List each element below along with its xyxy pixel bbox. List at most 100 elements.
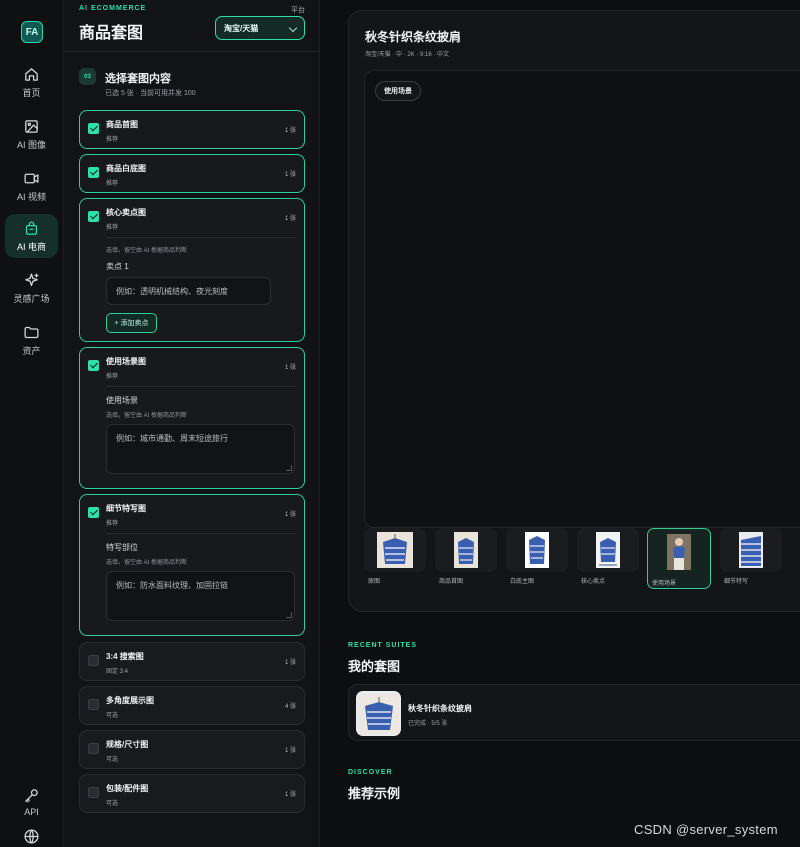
option-name: 规格/尺寸图 [106,740,149,749]
knit-scarf-thumbnail [377,532,413,568]
option-name: 多角度展示图 [106,696,154,705]
thumb-caption: 原图 [368,579,381,585]
option-tag: 固定 3:4 [106,669,129,675]
thumb-caption: 商品首图 [439,579,464,585]
option-card-size-chart[interactable]: 规格/尺寸图 可选 1 张 [79,730,305,769]
key-icon [25,789,38,803]
nav-label-assets: 资产 [22,345,41,356]
option-tag: 推荐 [106,225,119,231]
add-selling-point-button[interactable]: + 添加卖点 [106,313,157,333]
option-name: 核心卖点图 [106,208,146,217]
suite-card[interactable]: 秋冬针织条纹披肩 已完成 · 5/5 张 [348,684,800,741]
nav-item-inspiration[interactable]: 灵感广场 [5,266,58,310]
option-tag: 推荐 [106,374,119,380]
thumb-original[interactable]: 原图 [364,528,426,585]
option-tag: 可选 [106,801,119,807]
preview-canvas[interactable]: 使用场景 [364,70,800,528]
current-image-chip: 使用场景 [375,81,421,101]
image-icon [25,119,38,133]
recent-eyebrow: RECENT SUITES [348,642,418,649]
app-logo[interactable]: FA [21,21,43,43]
option-count: 1 张 [284,792,296,798]
option-count: 1 张 [284,512,296,518]
nav-item-assets[interactable]: 资产 [5,318,58,362]
divider [106,237,296,238]
divider [106,386,296,387]
divider [106,533,296,534]
page-title: 商品套图 [79,25,144,42]
option-name: 商品首图 [106,120,138,129]
detail-textarea[interactable]: 例如：防水面料纹理、加固拉链 [106,571,295,621]
suite-thumbnail [356,691,401,736]
nav-item-ai-ecommerce[interactable]: AI 电商 [5,214,58,258]
option-card-search-image[interactable]: 3:4 搜索图 固定 3:4 1 张 [79,642,305,681]
field-label: 使用场景 [106,396,138,405]
field-hint: 选填，留空由 AI 根据商品判断 [106,413,188,419]
option-count: 1 张 [284,216,296,222]
option-name: 细节特写图 [106,504,146,513]
knit-scarf-thumbnail [525,532,549,568]
selling-point-input[interactable]: 例如：透明机械结构、夜光刻度 [106,277,271,305]
checkbox[interactable] [88,211,99,222]
thumb-selling-points[interactable]: 核心卖点 [577,528,639,585]
checkbox[interactable] [88,123,99,134]
field-hint: 选填，留空由 AI 根据商品判断 [106,560,188,566]
language-button[interactable] [5,818,58,847]
thumb-scene[interactable]: 使用场景 [647,528,711,589]
platform-select[interactable]: 淘宝/天猫 [215,16,305,40]
knit-detail-thumbnail [739,532,763,568]
option-card-main-image[interactable]: 商品首图 推荐 1 张 [79,110,305,149]
knit-scarf-thumbnail [358,693,399,734]
nav-item-home[interactable]: 首页 [5,60,58,104]
option-count: 1 张 [284,365,296,371]
watermark: CSDN @server_system [634,822,778,837]
checkbox[interactable] [88,787,99,798]
sparkle-icon [25,272,39,286]
option-card-scene[interactable]: 使用场景图 推荐 1 张 使用场景 选填，留空由 AI 根据商品判断 例如：城市… [79,347,305,489]
option-tag: 推荐 [106,181,119,187]
step-subtitle: 已选 5 张 · 当前可用并发 100 [105,90,196,97]
option-card-detail[interactable]: 细节特写图 推荐 1 张 特写部位 选填，留空由 AI 根据商品判断 例如：防水… [79,494,305,636]
thumb-caption: 核心卖点 [581,579,606,585]
knit-scarf-thumbnail [596,532,620,568]
nav-label-home: 首页 [22,87,41,98]
option-card-packaging[interactable]: 包装/配件图 可选 1 张 [79,774,305,813]
option-card-multi-angle[interactable]: 多角度展示图 可选 4 张 [79,686,305,725]
checkbox[interactable] [88,655,99,666]
option-count: 1 张 [284,128,296,134]
step-badge: 03 [79,68,96,85]
thumb-detail[interactable]: 细节特写 [720,528,782,585]
field-label: 特写部位 [106,543,138,552]
recent-title: 我的套图 [348,659,401,674]
option-card-white-bg[interactable]: 商品白底图 推荐 1 张 [79,154,305,193]
nav-item-ai-video[interactable]: AI 视频 [5,164,58,208]
checkbox[interactable] [88,699,99,710]
suite-name: 秋冬针织条纹披肩 [408,704,472,713]
thumb-caption: 使用场景 [652,581,677,587]
option-name: 3:4 搜索图 [106,652,144,661]
field-hint: 选填，留空由 AI 根据商品判断 [106,248,188,254]
nav-item-ai-image[interactable]: AI 图像 [5,112,58,156]
option-name: 使用场景图 [106,357,146,366]
thumb-white-bg[interactable]: 白底主图 [506,528,568,585]
scene-textarea[interactable]: 例如：城市通勤、周末短途旅行 [106,424,295,474]
home-icon [25,67,38,81]
nav-label-ai-ecommerce: AI 电商 [16,241,46,252]
nav-label-inspiration: 灵感广场 [13,293,50,304]
preview-meta: 淘宝/天猫 · 中 · 2K · 9:16 · 中文 [365,52,450,58]
folder-icon [24,326,39,338]
platform-select-value: 淘宝/天猫 [224,23,259,33]
discover-title: 推荐示例 [348,786,401,801]
checkbox[interactable] [88,743,99,754]
checkbox[interactable] [88,360,99,371]
thumb-main-image[interactable]: 商品首图 [435,528,497,585]
option-count: 1 张 [284,660,296,666]
step-title: 选择套图内容 [105,73,171,85]
thumb-caption: 白底主图 [510,579,535,585]
checkbox[interactable] [88,167,99,178]
shopping-bag-icon [25,221,38,235]
checkbox[interactable] [88,507,99,518]
option-tag: 推荐 [106,521,119,527]
nav-rail: FA 首页 AI 图像 AI 视频 AI 电商 灵感广场 资产 API [0,0,64,847]
option-card-selling-points[interactable]: 核心卖点图 推荐 1 张 选填，留空由 AI 根据商品判断 卖点 1 例如：透明… [79,198,305,342]
